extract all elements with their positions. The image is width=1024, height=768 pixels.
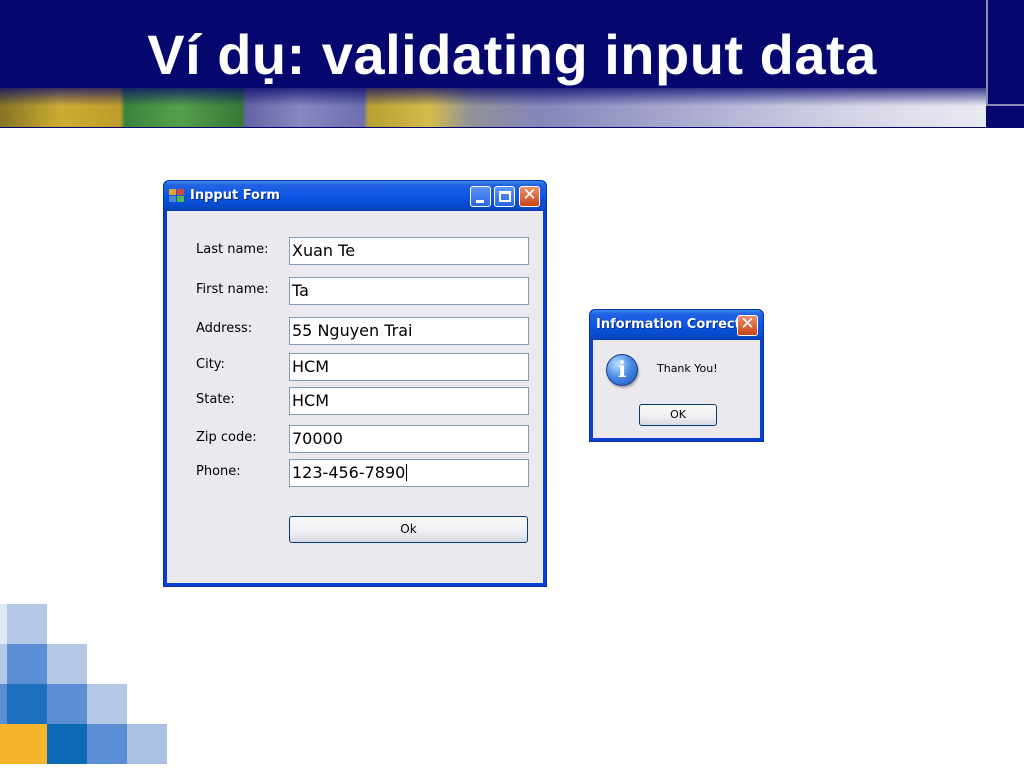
zip-code-field[interactable]: 70000: [289, 425, 529, 453]
input-form-body: Last name: Xuan Te First name: Ta Addres…: [167, 211, 543, 583]
header-divider-horizontal: [986, 104, 1024, 106]
state-label: State:: [196, 392, 235, 407]
city-field[interactable]: HCM: [289, 353, 529, 381]
phone-label: Phone:: [196, 464, 241, 479]
city-label: City:: [196, 357, 225, 372]
close-button[interactable]: ✕: [519, 185, 540, 207]
message-box-ok-button[interactable]: OK: [639, 404, 717, 426]
message-box-titlebar[interactable]: Information Correct ✕: [590, 310, 763, 340]
minimize-button[interactable]: [470, 186, 491, 207]
input-form-window: Inpput Form ✕ Last name: Xuan Te First n…: [163, 180, 547, 587]
close-icon: ✕: [522, 185, 537, 205]
last-name-label: Last name:: [196, 242, 269, 257]
phone-value: 123-456-7890: [292, 463, 406, 482]
slide-header: Ví dụ: validating input data: [0, 0, 1024, 128]
message-box-close-button[interactable]: ✕: [737, 314, 758, 336]
maximize-icon: [499, 191, 511, 202]
last-name-field[interactable]: Xuan Te: [289, 237, 529, 265]
slide-title: Ví dụ: validating input data: [147, 23, 877, 86]
minimize-icon: [476, 200, 484, 203]
maximize-button[interactable]: [494, 186, 515, 207]
address-label: Address:: [196, 321, 253, 336]
input-form-title: Inpput Form: [190, 188, 280, 203]
state-field[interactable]: HCM: [289, 387, 529, 415]
zip-code-label: Zip code:: [196, 430, 257, 445]
app-window-icon: [169, 189, 185, 203]
header-color-strip: [0, 88, 986, 127]
first-name-label: First name:: [196, 282, 269, 297]
close-icon: ✕: [740, 314, 755, 334]
message-box-title: Information Correct: [596, 317, 741, 332]
message-box-body: i Thank You! OK: [593, 340, 760, 438]
ok-button[interactable]: Ok: [289, 516, 528, 543]
message-box-window: Information Correct ✕ i Thank You! OK: [589, 309, 764, 442]
text-caret: [406, 464, 408, 481]
first-name-field[interactable]: Ta: [289, 277, 529, 305]
info-icon: i: [606, 354, 638, 386]
phone-field[interactable]: 123-456-7890: [289, 459, 529, 487]
input-form-titlebar[interactable]: Inpput Form ✕: [164, 181, 546, 211]
message-text: Thank You!: [657, 362, 718, 375]
address-field[interactable]: 55 Nguyen Trai: [289, 317, 529, 345]
